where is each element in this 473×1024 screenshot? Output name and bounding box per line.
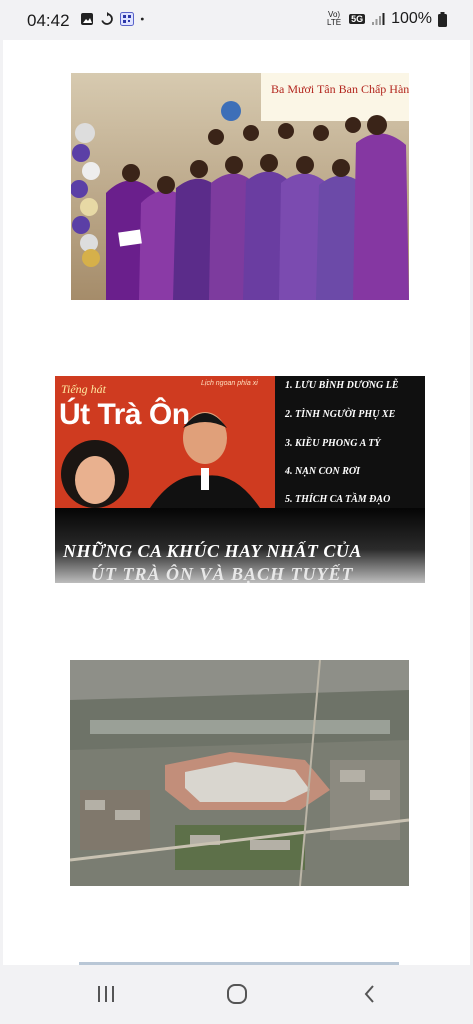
notification-icons bbox=[80, 12, 148, 26]
choir-photo-graphic: Ba Mươi Tân Ban Chấp Hành bbox=[71, 73, 409, 300]
web-page[interactable]: Ba Mươi Tân Ban Chấp Hành Tiếng hát Út T… bbox=[0, 40, 473, 965]
album-headline-1: NHỮNG CA KHÚC HAY NHẤT CỦA bbox=[63, 541, 362, 561]
back-icon[interactable] bbox=[358, 982, 382, 1006]
sync-icon bbox=[101, 12, 113, 25]
album-portraits bbox=[61, 412, 260, 508]
battery-icon bbox=[438, 11, 447, 27]
album-headline-2: ÚT TRÀ ÔN VÀ BẠCH TUYẾT bbox=[91, 564, 354, 583]
album-cover[interactable]: Tiếng hát Út Trà Ôn Lịch ngoan phía xi 1… bbox=[55, 376, 425, 583]
network-type-label: 5G bbox=[349, 14, 366, 24]
track-item: 3. KIỀU PHONG A TỶ bbox=[285, 438, 381, 449]
battery-percent: 100% bbox=[391, 10, 432, 27]
aerial-photo[interactable] bbox=[70, 660, 409, 886]
dot-icon bbox=[140, 17, 144, 21]
track-item: 4. NẠN CON RƠI bbox=[285, 466, 361, 477]
network-type: 5G bbox=[349, 14, 366, 24]
track-item: 1. LƯU BÌNH DƯƠNG LỄ bbox=[285, 380, 399, 391]
qr-code-icon bbox=[120, 12, 134, 26]
home-icon[interactable] bbox=[225, 982, 249, 1006]
status-time: 04:42 bbox=[27, 11, 70, 30]
banner-text: Ba Mươi Tân Ban Chấp Hành bbox=[271, 82, 409, 96]
signal-icon bbox=[372, 13, 385, 25]
image-list-sheet: Ba Mươi Tân Ban Chấp Hành Tiếng hát Út T… bbox=[3, 40, 470, 965]
image-icon bbox=[81, 13, 93, 25]
aerial-photo-graphic bbox=[70, 660, 409, 886]
system-status: Vo) LTE 5G 100% bbox=[325, 10, 447, 28]
volte-label: Vo) LTE bbox=[327, 10, 342, 27]
status-bar: 04:42 Vo) LTE 5G 100% bbox=[0, 0, 473, 40]
track-item: 5. THÍCH CA TẦM ĐẠO bbox=[285, 494, 391, 505]
track-item: 2. TÌNH NGƯỜI PHỤ XE bbox=[285, 409, 396, 420]
system-nav-bar bbox=[0, 965, 473, 1024]
recent-apps-icon[interactable] bbox=[94, 982, 118, 1006]
choir-photo[interactable]: Ba Mươi Tân Ban Chấp Hành bbox=[71, 73, 409, 300]
album-cover-left-panel: Tiếng hát Út Trà Ôn Lịch ngoan phía xi bbox=[55, 376, 275, 508]
